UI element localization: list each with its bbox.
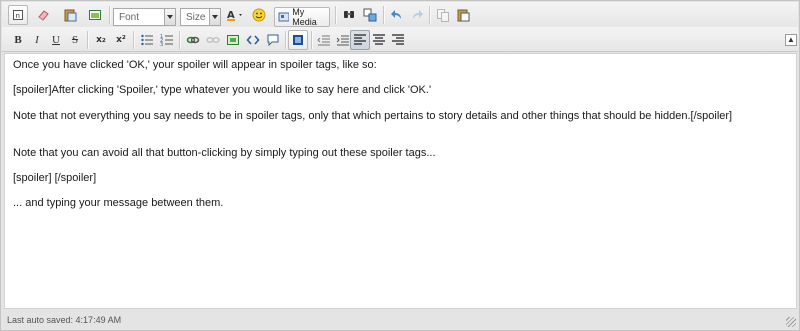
superscript-button[interactable]: x² xyxy=(111,30,131,50)
image-button[interactable] xyxy=(223,30,243,50)
link-button[interactable] xyxy=(183,30,203,50)
replace-icon xyxy=(363,8,377,22)
align-center-button[interactable] xyxy=(369,30,389,50)
redo-button[interactable] xyxy=(407,5,427,25)
svg-text:3: 3 xyxy=(160,42,163,47)
source-button[interactable]: n xyxy=(8,5,28,25)
content-line: [spoiler] [/spoiler] xyxy=(13,172,97,184)
svg-text:n: n xyxy=(16,12,20,20)
undo-button[interactable] xyxy=(387,5,407,25)
rich-text-editor: n Font Size A My Media B I U S x₂ x² 1 2… xyxy=(0,0,800,331)
spoiler-icon xyxy=(293,35,303,45)
italic-button[interactable]: I xyxy=(27,30,47,50)
align-left-icon xyxy=(354,34,366,45)
maximize-button[interactable] xyxy=(85,5,105,25)
text-color-icon: A xyxy=(227,10,242,21)
bold-button[interactable]: B xyxy=(8,30,28,50)
paste-icon xyxy=(457,9,470,22)
paste-plain-button[interactable] xyxy=(60,5,80,25)
content-line: [spoiler]After clicking 'Spoiler,' type … xyxy=(13,84,432,96)
numbered-list-button[interactable]: 123 xyxy=(157,30,177,50)
find-icon xyxy=(344,11,354,18)
content-line: Note that you can avoid all that button-… xyxy=(13,147,436,159)
maximize-icon xyxy=(89,10,101,20)
smiley-icon xyxy=(252,8,266,22)
content-line: Note that not everything you say needs t… xyxy=(13,110,733,122)
font-select[interactable]: Font xyxy=(113,8,176,26)
outdent-button[interactable] xyxy=(314,30,334,50)
link-icon xyxy=(186,36,200,44)
bullet-list-button[interactable] xyxy=(137,30,157,50)
resize-grip-icon[interactable] xyxy=(786,317,796,327)
my-media-label: My Media xyxy=(292,7,317,27)
underline-button[interactable]: U xyxy=(46,30,66,50)
strikethrough-button[interactable]: S xyxy=(65,30,85,50)
media-icon xyxy=(278,12,290,22)
my-media-button[interactable]: My Media xyxy=(274,7,330,27)
unlink-button[interactable] xyxy=(203,30,223,50)
numbered-list-icon: 123 xyxy=(160,34,173,47)
align-left-button[interactable] xyxy=(350,30,370,50)
size-select[interactable]: Size xyxy=(180,8,221,26)
content-line: Once you have clicked 'OK,' your spoiler… xyxy=(13,59,377,71)
chevron-down-icon xyxy=(164,9,175,25)
remove-format-icon xyxy=(38,10,49,21)
paste-button[interactable] xyxy=(453,5,473,25)
unlink-icon xyxy=(206,36,220,43)
code-button[interactable] xyxy=(243,30,263,50)
content-line: ... and typing your message between them… xyxy=(13,197,224,209)
font-select-value: Font xyxy=(119,11,140,23)
replace-button[interactable] xyxy=(360,5,380,25)
bullet-list-icon xyxy=(141,34,153,46)
quote-button[interactable] xyxy=(263,30,283,50)
autosave-status: Last auto saved: 4:17:49 AM xyxy=(7,315,122,325)
text-color-button[interactable]: A xyxy=(224,5,248,25)
copy-icon xyxy=(437,9,449,22)
copy-button[interactable] xyxy=(433,5,453,25)
undo-icon xyxy=(391,10,401,19)
triangle-up-icon: ▲ xyxy=(787,35,795,44)
smiley-button[interactable] xyxy=(249,5,269,25)
indent-icon xyxy=(336,35,349,46)
align-center-icon xyxy=(373,34,385,45)
align-right-icon xyxy=(392,34,404,45)
redo-icon xyxy=(413,10,423,19)
find-button[interactable] xyxy=(339,5,359,25)
align-right-button[interactable] xyxy=(388,30,408,50)
remove-format-button[interactable] xyxy=(33,5,53,25)
subscript-button[interactable]: x₂ xyxy=(91,30,111,50)
size-select-value: Size xyxy=(186,11,206,23)
toolbar-row-1: n Font Size A My Media xyxy=(2,2,798,27)
image-icon xyxy=(227,35,239,45)
chevron-down-icon xyxy=(209,9,220,25)
code-icon xyxy=(246,35,260,45)
quote-icon xyxy=(267,34,279,47)
toolbar-row-2: B I U S x₂ x² 123 xyxy=(2,27,798,52)
spoiler-button[interactable] xyxy=(288,30,308,50)
source-icon: n xyxy=(13,10,23,20)
editor-content-area[interactable]: Once you have clicked 'OK,' your spoiler… xyxy=(4,53,797,309)
paste-plain-icon xyxy=(64,9,77,22)
collapse-toolbar-button[interactable]: ▲ xyxy=(785,34,797,46)
outdent-icon xyxy=(317,35,330,46)
